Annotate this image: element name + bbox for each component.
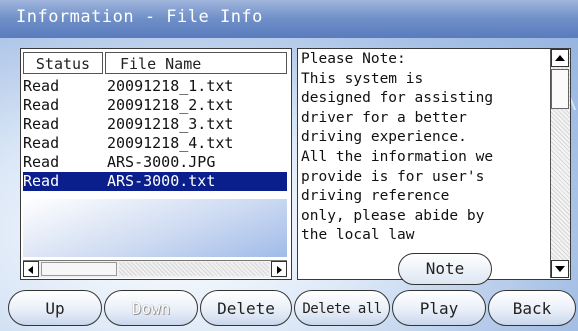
- row-status: Read: [23, 115, 60, 133]
- arrow-up-icon: [555, 55, 565, 61]
- note-text: Please Note: This system is designed for…: [301, 50, 547, 246]
- note-line: only, please abide by: [301, 207, 485, 224]
- down-button[interactable]: Down: [104, 290, 198, 326]
- file-list-rows: Read 20091218_1.txt Read 20091218_2.txt …: [23, 77, 287, 191]
- horizontal-scroll-thumb[interactable]: [41, 262, 117, 276]
- table-row[interactable]: Read 20091218_2.txt: [23, 96, 287, 115]
- row-status: Read: [23, 153, 60, 171]
- row-file-name: ARS-3000.JPG: [107, 153, 216, 171]
- arrow-left-icon: [28, 266, 33, 274]
- table-row[interactable]: Read 20091218_1.txt: [23, 77, 287, 96]
- row-status: Read: [23, 172, 60, 190]
- scroll-right-button[interactable]: [271, 261, 287, 277]
- note-line: provide is for user's: [301, 168, 485, 185]
- title-bar: Information - File Info: [0, 0, 578, 38]
- delete-button[interactable]: Delete: [200, 290, 292, 326]
- table-row-selected[interactable]: Read ARS-3000.txt: [23, 172, 287, 191]
- note-button[interactable]: Note: [398, 253, 492, 285]
- table-row[interactable]: Read 20091218_4.txt: [23, 134, 287, 153]
- row-file-name: 20091218_3.txt: [107, 115, 234, 133]
- list-background-art: [23, 199, 287, 257]
- up-button[interactable]: Up: [8, 290, 102, 326]
- arrow-right-icon: [277, 266, 282, 274]
- row-status: Read: [23, 77, 60, 95]
- vertical-scrollbar[interactable]: [550, 49, 570, 278]
- note-text-panel[interactable]: Please Note: This system is designed for…: [297, 48, 571, 280]
- note-line: All the information we: [301, 148, 494, 165]
- back-button[interactable]: Back: [488, 290, 576, 326]
- row-file-name: 20091218_1.txt: [107, 77, 234, 95]
- horizontal-scrollbar[interactable]: [23, 260, 287, 278]
- play-button[interactable]: Play: [392, 290, 486, 326]
- file-name-column-header[interactable]: File Name: [105, 52, 287, 74]
- note-line: Please Note:: [301, 51, 406, 67]
- note-line: driving experience.: [301, 129, 467, 146]
- table-row[interactable]: Read 20091218_3.txt: [23, 115, 287, 134]
- arrow-down-icon: [555, 266, 565, 272]
- note-line: the local law: [301, 227, 415, 244]
- file-list-panel[interactable]: Status File Name Read 20091218_1.txt Rea…: [20, 48, 292, 280]
- delete-all-button[interactable]: Delete all: [294, 290, 390, 326]
- row-status: Read: [23, 96, 60, 114]
- note-line: driver for a better: [301, 109, 467, 126]
- note-line: driving reference: [301, 188, 450, 205]
- status-column-header[interactable]: Status: [23, 52, 103, 74]
- scroll-down-button[interactable]: [551, 260, 569, 278]
- bottom-toolbar: Up Down Delete Delete all Play Back: [0, 290, 578, 331]
- horizontal-scroll-track[interactable]: [119, 262, 269, 276]
- row-status: Read: [23, 134, 60, 152]
- scroll-up-button[interactable]: [551, 49, 569, 67]
- note-line: This system is: [301, 70, 424, 87]
- scroll-left-button[interactable]: [23, 261, 39, 277]
- row-file-name: 20091218_2.txt: [107, 96, 234, 114]
- row-file-name: 20091218_4.txt: [107, 134, 234, 152]
- file-list-header: Status File Name: [23, 52, 287, 74]
- window-title: Information - File Info: [16, 7, 263, 27]
- note-line: designed for assisting: [301, 90, 494, 107]
- vertical-scroll-thumb[interactable]: [551, 69, 569, 109]
- table-row[interactable]: Read ARS-3000.JPG: [23, 153, 287, 172]
- row-file-name: ARS-3000.txt: [107, 172, 216, 190]
- file-info-screen: Information - File Info Status File Name…: [0, 0, 578, 331]
